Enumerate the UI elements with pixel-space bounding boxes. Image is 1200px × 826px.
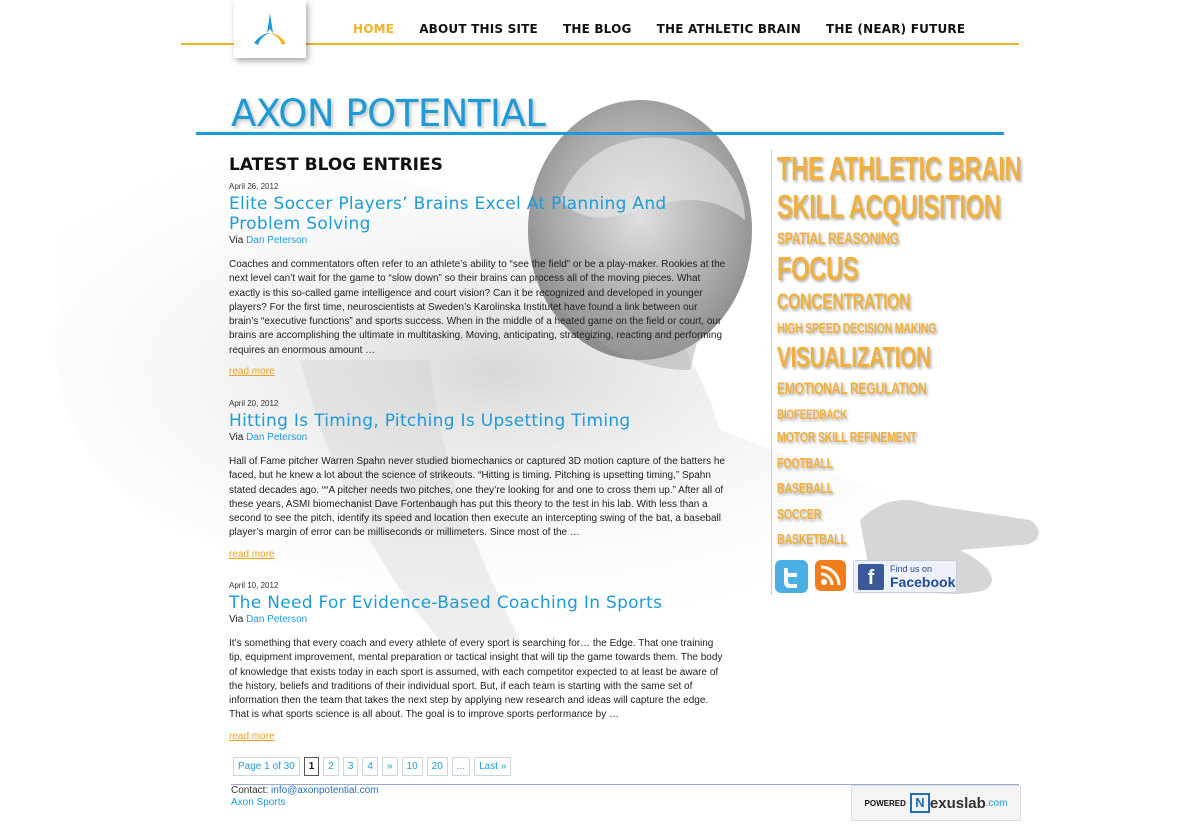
rss-button[interactable] (815, 560, 846, 591)
pagination: Page 1 of 30 1 2 3 4 » 10 20 ... Last » (233, 757, 512, 776)
facebook-line1: Find us on (890, 563, 933, 574)
page-summary: Page 1 of 30 (233, 757, 300, 776)
facebook-line2: Facebook (890, 573, 956, 590)
post-title-link[interactable]: The Need For Evidence-Based Coaching In … (229, 593, 729, 613)
blog-post: April 20, 2012 Hitting Is Timing, Pitchi… (229, 399, 729, 561)
nav-home[interactable]: HOME (353, 22, 394, 36)
blog-post: April 10, 2012 The Need For Evidence-Bas… (229, 581, 729, 743)
section-heading: LATEST BLOG ENTRIES (229, 155, 443, 175)
page-link[interactable]: 10 (401, 757, 423, 776)
post-date: April 10, 2012 (229, 581, 279, 590)
powered-by-badge[interactable]: POWERED N exuslab .com (851, 785, 1021, 821)
tag-link[interactable]: MOTOR SKILL REFINEMENT (777, 429, 917, 446)
post-excerpt: Hall of Fame pitcher Warren Spahn never … (229, 456, 726, 539)
post-date: April 20, 2012 (229, 399, 279, 408)
nav-near-future[interactable]: THE (NEAR) FUTURE (826, 22, 965, 36)
page-ellipsis: ... (451, 757, 471, 776)
page-next[interactable]: » (381, 757, 398, 776)
post-excerpt: Coaches and commentators often refer to … (229, 259, 726, 356)
post-byline: Via Dan Peterson (229, 235, 729, 246)
tag-link[interactable]: FOOTBALL (777, 455, 833, 472)
nexuslab-name: exuslab (929, 794, 986, 812)
page-link[interactable]: 2 (323, 757, 339, 776)
blog-post: April 26, 2012 Elite Soccer Players’ Bra… (229, 182, 729, 378)
tag-link[interactable]: FOCUS (777, 250, 859, 288)
twitter-button[interactable] (775, 560, 808, 593)
facebook-button[interactable]: f Find us on Facebook (853, 560, 957, 593)
nav-athletic-brain[interactable]: THE ATHLETIC BRAIN (657, 22, 801, 36)
tag-link[interactable]: VISUALIZATION (777, 342, 931, 375)
sidebar-divider (771, 150, 772, 595)
nav-about[interactable]: ABOUT THIS SITE (419, 22, 538, 36)
post-excerpt: It’s something that every coach and ever… (229, 638, 723, 721)
via-label: Via (229, 235, 244, 246)
powered-label: POWERED (864, 798, 906, 808)
nexuslab-n-icon: N (909, 793, 930, 813)
tag-link[interactable]: CONCENTRATION (777, 289, 911, 315)
blog-entries: LATEST BLOG ENTRIES April 26, 2012 Elite… (229, 155, 729, 742)
site-title[interactable]: AXON POTENTIAL (231, 92, 546, 135)
nav-blog[interactable]: THE BLOG (563, 22, 632, 36)
page-link[interactable]: 20 (426, 757, 448, 776)
author-link[interactable]: Dan Peterson (246, 235, 307, 246)
facebook-icon: f (858, 563, 884, 590)
post-byline: Via Dan Peterson (229, 432, 729, 443)
org-link[interactable]: Axon Sports (231, 797, 285, 808)
tag-link[interactable]: HIGH SPEED DECISION MAKING (777, 320, 937, 337)
tag-link[interactable]: THE ATHLETIC BRAIN (777, 150, 1022, 188)
header-rule (181, 43, 1019, 45)
author-link[interactable]: Dan Peterson (246, 432, 307, 443)
via-label: Via (229, 432, 244, 443)
tag-link[interactable]: BIOFEEDBACK (777, 406, 847, 422)
post-date: April 26, 2012 (229, 182, 279, 191)
via-label: Via (229, 614, 244, 625)
read-more-link[interactable]: read more (229, 731, 275, 742)
tag-link[interactable]: EMOTIONAL REGULATION (777, 379, 927, 399)
main-nav: HOME ABOUT THIS SITE THE BLOG THE ATHLET… (353, 22, 990, 36)
post-byline: Via Dan Peterson (229, 614, 729, 625)
tag-link[interactable]: SPATIAL REASONING (777, 229, 899, 249)
nexuslab-domain: .com (985, 797, 1008, 809)
tag-link[interactable]: SOCCER (777, 506, 821, 523)
tag-link[interactable]: SKILL ACQUISITION (777, 188, 1001, 226)
contact-label: Contact: (231, 785, 269, 796)
page-last[interactable]: Last » (474, 757, 512, 776)
read-more-link[interactable]: read more (229, 366, 275, 377)
post-title-link[interactable]: Elite Soccer Players’ Brains Excel At Pl… (229, 194, 729, 234)
read-more-link[interactable]: read more (229, 549, 275, 560)
tag-link[interactable]: BASEBALL (777, 480, 833, 497)
logo[interactable] (234, 0, 306, 58)
post-title-link[interactable]: Hitting Is Timing, Pitching Is Upsetting… (229, 411, 729, 431)
page-link[interactable]: 4 (362, 757, 378, 776)
footer-contact: Contact: info@axonpotential.com Axon Spo… (231, 785, 378, 809)
page-link[interactable]: 3 (342, 757, 359, 776)
facebook-text: Find us on Facebook (890, 564, 955, 590)
author-link[interactable]: Dan Peterson (246, 614, 307, 625)
page-link-current[interactable]: 1 (303, 757, 320, 776)
logo-icon (254, 13, 286, 45)
rss-icon (820, 565, 841, 586)
twitter-icon (784, 568, 797, 588)
contact-email-link[interactable]: info@axonpotential.com (271, 785, 378, 796)
tag-link[interactable]: BASKETBALL (777, 531, 847, 548)
